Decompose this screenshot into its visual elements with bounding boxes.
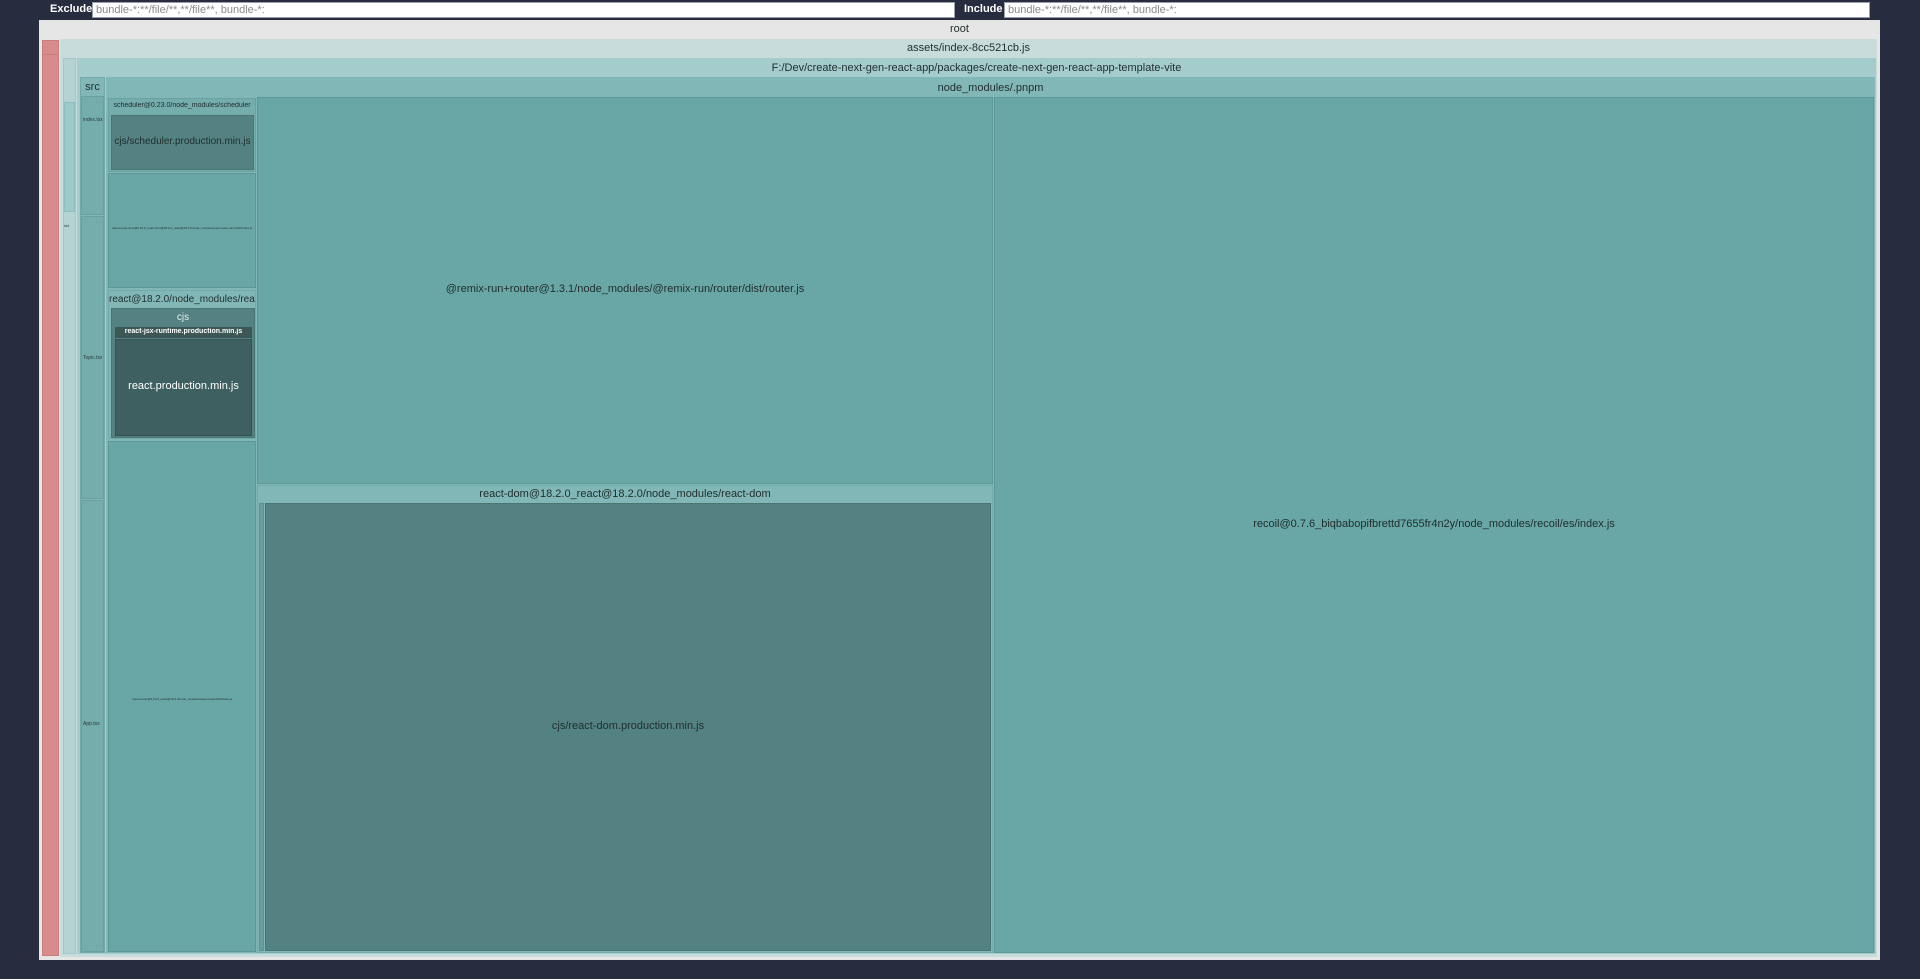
- jsx-runtime-file[interactable]: react-jsx-runtime.production.min.js: [115, 327, 252, 338]
- react-cjs-label: cjs: [176, 312, 190, 323]
- remix-router-label: @remix-run+router@1.3.1/node_modules/@re…: [445, 283, 805, 295]
- react-dom-file[interactable]: cjs/react-dom.production.min.js: [265, 503, 991, 951]
- router-dom-node[interactable]: react-router-dom@6.10.0_react-dom@18.2.0…: [108, 173, 256, 288]
- bundle-label: assets/index-8cc521cb.js: [907, 42, 1030, 54]
- src-file-app-label: App.tsx: [83, 721, 100, 727]
- src-file-index-label: index.tsx: [83, 117, 103, 123]
- src-file-index[interactable]: index.tsx: [81, 96, 104, 215]
- src-file-tabs[interactable]: Topic.tsx: [81, 216, 104, 499]
- react-label: react@18.2.0/node_modules/react: [109, 294, 255, 305]
- react-router-label: react-router@6.10.0_react@18.2.0/node_mo…: [132, 697, 232, 701]
- include-label: Include: [964, 3, 1003, 15]
- react-production-label: react.production.min.js: [128, 380, 239, 392]
- scheduler-file[interactable]: cjs/scheduler.production.min.js: [111, 115, 254, 170]
- bundle-small-cell[interactable]: [64, 102, 75, 212]
- recoil-label: recoil@0.7.6_biqbabopifbrettd7655fr4n2y/…: [1253, 518, 1615, 530]
- filter-bar: Exclude Include: [0, 0, 1920, 20]
- src-file-tabs-label: Topic.tsx: [83, 355, 103, 361]
- exclude-input[interactable]: [92, 2, 955, 18]
- jsx-runtime-label: react-jsx-runtime.production.min.js: [124, 328, 243, 335]
- exclude-label: Exclude: [50, 3, 93, 15]
- root-label: root: [950, 23, 969, 35]
- scheduler-file-label: cjs/scheduler.production.min.js: [114, 136, 251, 147]
- react-router-node[interactable]: react-router@6.10.0_react@18.2.0/node_mo…: [108, 441, 256, 952]
- scheduler-label: scheduler@0.23.0/node_modules/scheduler: [113, 102, 251, 109]
- recoil-node[interactable]: recoil@0.7.6_biqbabopifbrettd7655fr4n2y/…: [994, 97, 1874, 953]
- include-input[interactable]: [1004, 2, 1870, 18]
- router-dom-label: react-router-dom@6.10.0_react-dom@18.2.0…: [111, 226, 253, 230]
- react-dom-file-label: cjs/react-dom.production.min.js: [551, 720, 705, 732]
- react-dom-label: react-dom@18.2.0_react@18.2.0/node_modul…: [479, 488, 771, 500]
- bundle-small-text: ind: [64, 223, 70, 228]
- react-dom-small-strip[interactable]: [259, 503, 264, 951]
- react-production-file[interactable]: react.production.min.js: [115, 339, 252, 436]
- project-label: F:/Dev/create-next-gen-react-app/package…: [771, 62, 1182, 74]
- module-small-pink[interactable]: [42, 40, 59, 956]
- src-label: src: [85, 81, 100, 93]
- src-file-app[interactable]: App.tsx: [81, 500, 104, 952]
- pnpm-label: node_modules/.pnpm: [937, 82, 1044, 94]
- remix-router-node[interactable]: @remix-run+router@1.3.1/node_modules/@re…: [257, 97, 993, 484]
